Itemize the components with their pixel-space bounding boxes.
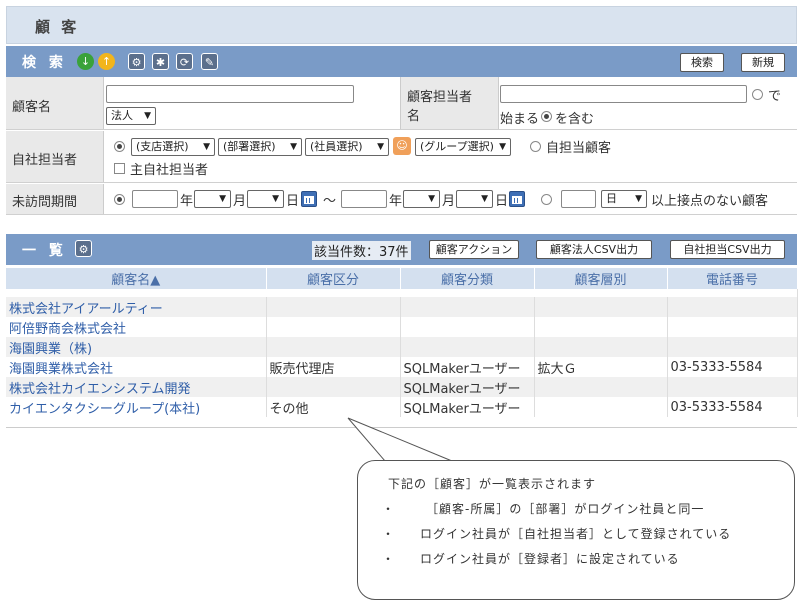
- callout-line-1: 下記の［顧客］が一覧表示されます: [388, 477, 597, 491]
- callout-bullet: ・: [382, 527, 396, 541]
- callout-line-4: ログイン社員が［登録者］に設定されている: [420, 552, 680, 566]
- callout-line-3: ログイン社員が［自社担当者］として登録されている: [420, 527, 732, 541]
- callout-bullet: ・: [382, 552, 396, 566]
- callout-line-2: ［顧客-所属］の［部署］がログイン社員と同一: [426, 502, 705, 516]
- callout-box: 下記の［顧客］が一覧表示されます ・ ［顧客-所属］の［部署］がログイン社員と同…: [357, 460, 795, 600]
- callout-bullet: ・: [382, 502, 396, 516]
